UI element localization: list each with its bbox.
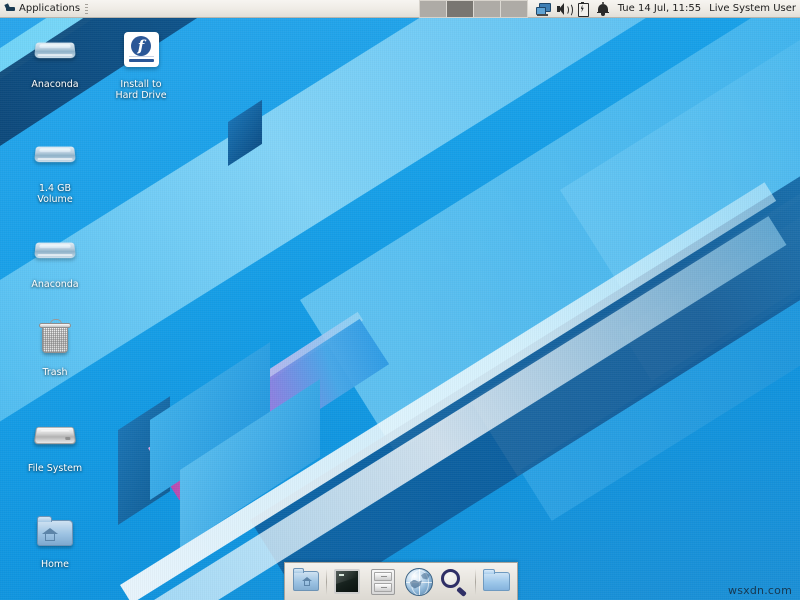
dock-item-folder[interactable] — [479, 566, 513, 598]
desktop-icon-home[interactable]: Home — [12, 508, 98, 570]
dock-panel — [284, 562, 518, 600]
optical-drive-icon — [31, 28, 79, 76]
optical-drive-icon — [31, 228, 79, 276]
desktop-icon-volume-1-4gb[interactable]: 1.4 GB Volume — [12, 132, 98, 205]
top-panel: Applications Tue — [0, 0, 800, 18]
folder-icon — [483, 572, 510, 591]
applications-menu-button[interactable]: Applications — [0, 0, 93, 17]
desktop-icon-label: Home — [12, 559, 98, 570]
desktop-icon-label: Trash — [12, 367, 98, 378]
desktop-icon-label: Install to Hard Drive — [98, 79, 184, 101]
user-menu[interactable]: Live System User — [709, 3, 800, 14]
file-cabinet-icon — [371, 569, 395, 595]
dock-item-file-manager[interactable] — [366, 566, 400, 598]
watermark: wsxdn.com — [728, 584, 792, 597]
workspace-1[interactable] — [420, 1, 447, 17]
desktop-icon-label-line2: Volume — [37, 194, 72, 205]
dock-item-web-browser[interactable] — [402, 566, 436, 598]
optical-drive-icon — [31, 132, 79, 180]
globe-browser-icon — [405, 568, 433, 596]
system-tray — [530, 2, 616, 16]
desktop-icon-label: File System — [12, 463, 98, 474]
desktop-icon-label-line1: 1.4 GB — [39, 183, 71, 194]
home-folder-icon — [293, 571, 319, 591]
applications-menu-label: Applications — [19, 3, 80, 14]
fedora-installer-icon: f — [117, 28, 165, 76]
desktop-icon-file-system[interactable]: File System — [12, 412, 98, 474]
trash-bin-icon — [31, 316, 79, 364]
network-display-icon[interactable] — [536, 2, 550, 16]
desktop-icon-label: 1.4 GB Volume — [12, 183, 98, 205]
desktop-icon-trash[interactable]: Trash — [12, 316, 98, 378]
workspace-4[interactable] — [501, 1, 527, 17]
hard-drive-icon — [31, 412, 79, 460]
desktop-screen: Applications Tue — [0, 0, 800, 600]
desktop-icon-label: Anaconda — [12, 279, 98, 290]
desktop-icon-anaconda-1[interactable]: Anaconda — [12, 28, 98, 90]
clock[interactable]: Tue 14 Jul, 11:55 — [616, 3, 709, 14]
dock-item-home-folder[interactable] — [289, 566, 323, 598]
dock-separator — [326, 569, 327, 595]
desktop-icon-anaconda-2[interactable]: Anaconda — [12, 228, 98, 290]
dock-item-terminal[interactable] — [330, 566, 364, 598]
home-folder-icon — [31, 508, 79, 556]
notification-bell-icon[interactable] — [596, 2, 610, 16]
volume-speaker-icon[interactable] — [556, 2, 570, 16]
desktop-icon-label: Anaconda — [12, 79, 98, 90]
dock-item-search[interactable] — [438, 566, 472, 598]
panel-grip-handle[interactable] — [85, 3, 88, 14]
workspace-switcher[interactable] — [419, 0, 528, 18]
desktop-icon-install-to-hard-drive[interactable]: f Install to Hard Drive — [98, 28, 184, 101]
search-magnifier-icon — [456, 586, 466, 596]
desktop-icon-label-line2: Hard Drive — [115, 90, 166, 101]
workspace-2[interactable] — [447, 1, 474, 17]
dock-separator — [475, 569, 476, 595]
terminal-icon — [334, 569, 360, 594]
desktop-icon-label-line1: Install to — [120, 79, 161, 90]
battery-icon[interactable] — [576, 2, 590, 16]
workspace-3[interactable] — [474, 1, 501, 17]
applications-menu-icon — [5, 4, 16, 13]
